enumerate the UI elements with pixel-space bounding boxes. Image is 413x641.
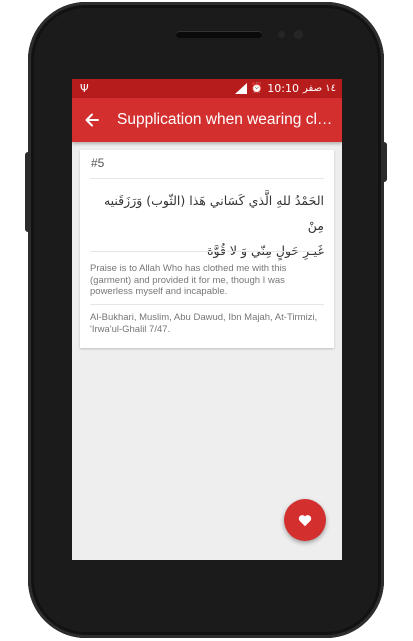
usb-icon: Ψ [80,82,89,95]
status-bar: Ψ ⏰ 10:10 ١٤ صفر [72,79,342,98]
back-button[interactable] [72,98,112,142]
signal-icon [234,83,247,94]
page-title: Supplication when wearing clot... [117,111,341,128]
status-icons: ⏰ 10:10 ١٤ صفر [234,81,336,96]
status-date: ١٤ صفر [303,83,336,94]
translation-text: Praise is to Allah Who has clothed me wi… [90,263,287,297]
arabic-line: الحَمْدُ للهِ الَّذي كَسَاني هَذا (الثّو… [103,193,324,233]
earpiece-speaker [176,31,262,38]
volume-rocker [25,152,31,232]
divider [90,178,324,179]
heart-icon [298,514,312,526]
front-camera [294,30,303,39]
app-toolbar: Supplication when wearing clot... [72,98,342,142]
arrow-left-icon [85,113,99,127]
alarm-icon: ⏰ [250,82,264,94]
power-button [381,142,387,182]
dua-card: #5 الحَمْدُ للهِ الَّذي كَسَاني هَذا (ال… [80,150,334,348]
dua-number: #5 [91,156,105,170]
divider [90,251,324,252]
divider [90,304,324,305]
proximity-sensor [278,31,285,38]
reference-text: Al-Bukhari, Muslim, Abu Dawud, Ibn Majah… [90,312,318,335]
status-time: 10:10 [267,82,299,95]
app-screen: Ψ ⏰ 10:10 ١٤ صفر Supplication when weari… [72,79,342,560]
favorite-button[interactable] [284,499,326,541]
